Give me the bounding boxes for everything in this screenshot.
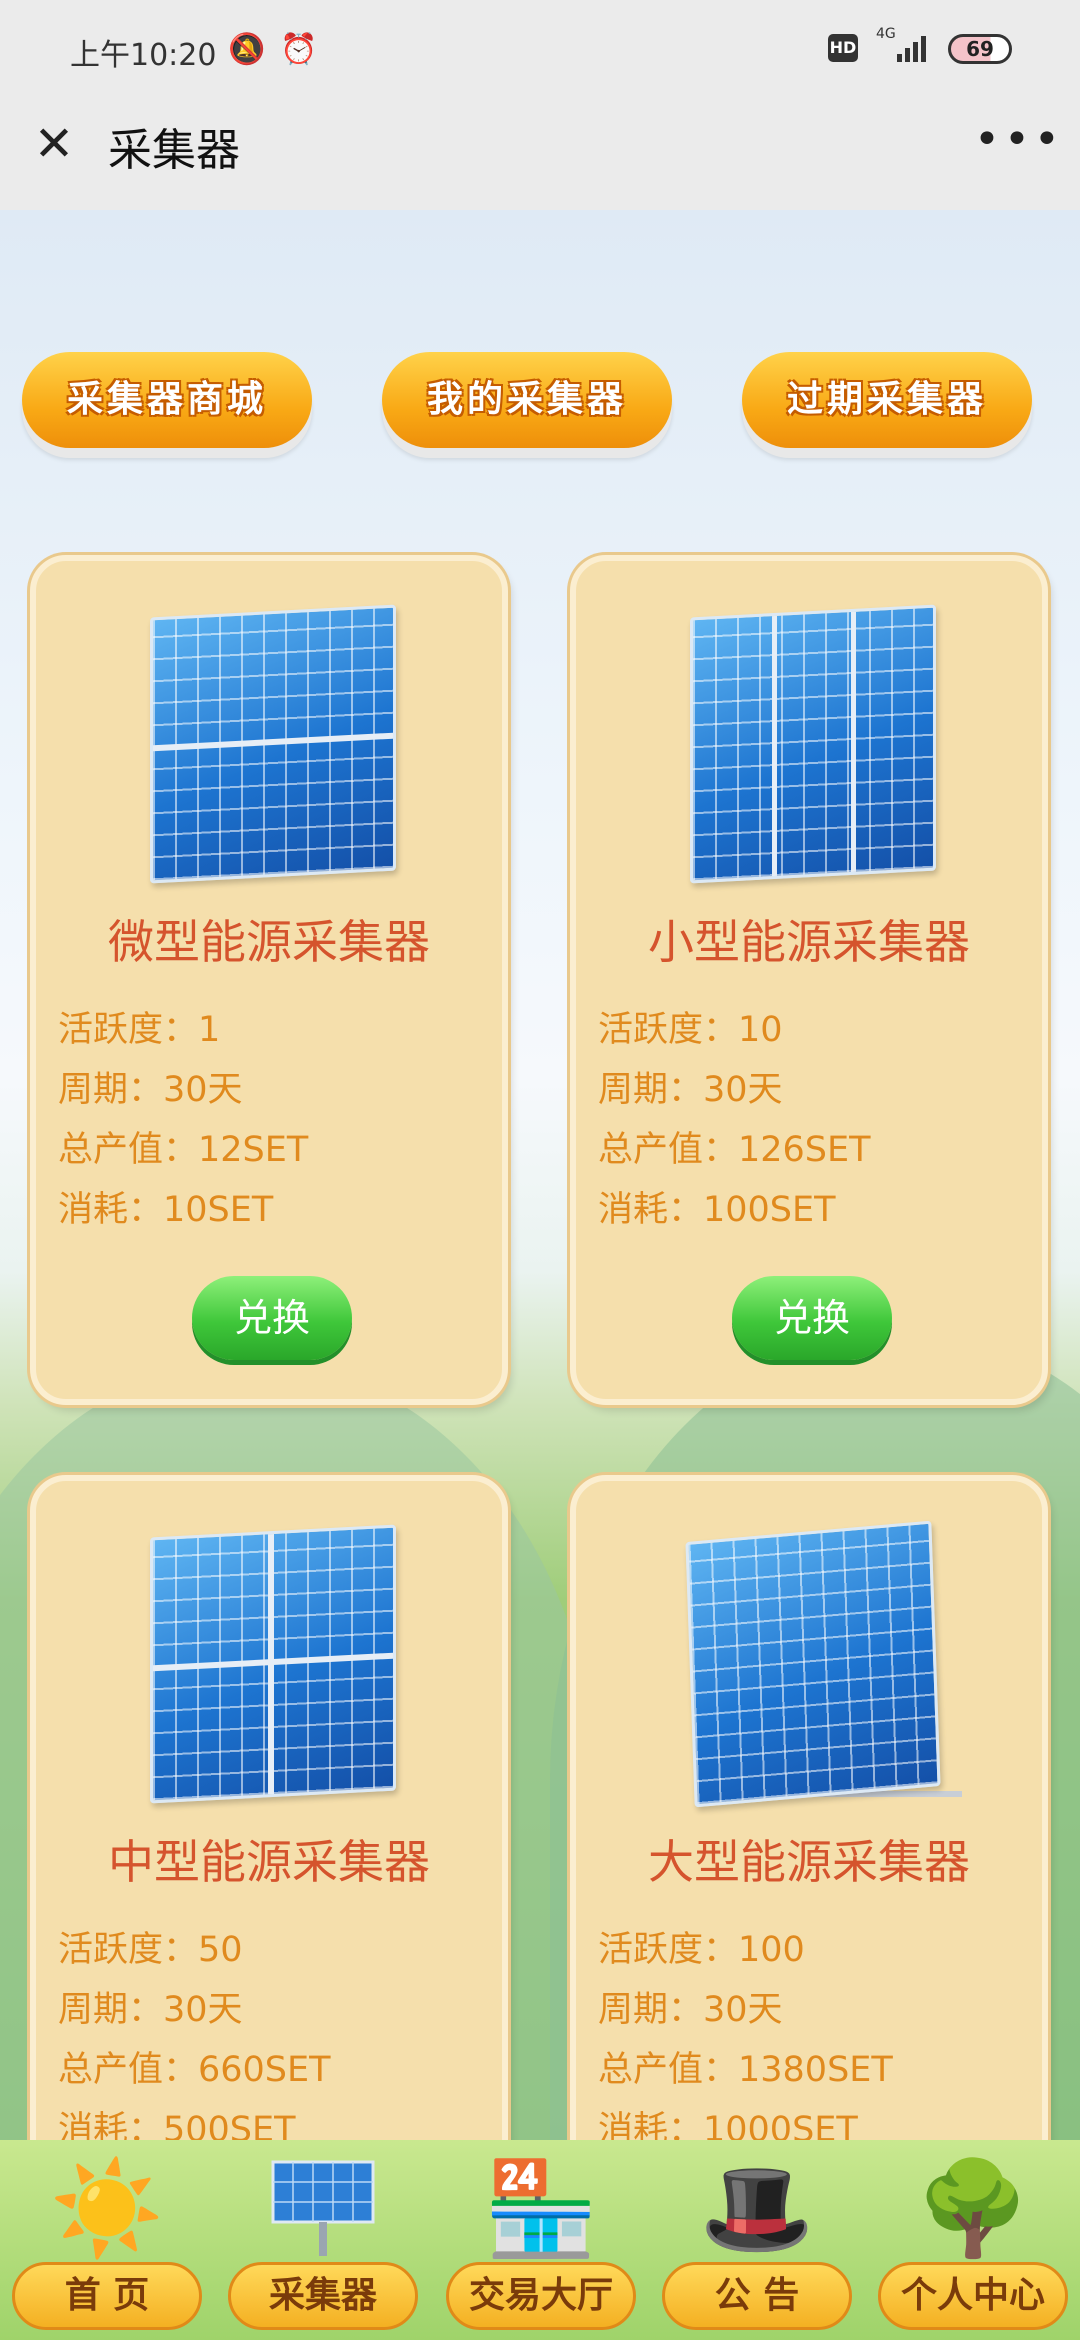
nav-personal-center[interactable]: 🌳 个人中心 — [878, 2140, 1068, 2340]
status-bar: 上午10:20 🔕 ⏰ HD 4G 69 — [0, 0, 1080, 100]
redeem-button[interactable]: 兑换 — [732, 1276, 892, 1360]
tree-icon: 🌳 — [915, 2155, 1031, 2262]
hd-badge: HD — [828, 34, 858, 62]
nav-label: 公 告 — [662, 2262, 852, 2330]
sun-icon: ☀️ — [49, 2155, 165, 2262]
page-title: 采集器 — [108, 125, 240, 176]
product-card-micro: 微型能源采集器 活跃度：1 周期：30天 总产值：12SET 消耗：10SET … — [30, 555, 508, 1405]
product-name: 微型能源采集器 — [108, 915, 430, 969]
product-cost: 消耗：100SET — [598, 1190, 836, 1230]
product-name: 中型能源采集器 — [108, 1835, 430, 1889]
product-card-medium: 中型能源采集器 活跃度：50 周期：30天 总产值：660SET 消耗：500S… — [30, 1475, 508, 2140]
product-card-small: 小型能源采集器 活跃度：10 周期：30天 总产值：126SET 消耗：100S… — [570, 555, 1048, 1405]
product-name: 小型能源采集器 — [648, 915, 970, 969]
tab-my-collectors[interactable]: 我的采集器 — [382, 352, 672, 448]
battery-indicator: 69 — [948, 34, 1012, 64]
solar-panel-image — [685, 1520, 941, 1808]
bottom-nav: ☀️ 首 页 采集器 🏪 交易大厅 🎩 公 告 🌳 个人中心 — [0, 2140, 1080, 2340]
close-icon[interactable]: ✕ — [30, 120, 78, 168]
product-cycle: 周期：30天 — [598, 1070, 783, 1110]
nav-label: 个人中心 — [878, 2262, 1068, 2330]
product-output: 总产值：12SET — [58, 1130, 309, 1170]
mute-notification-icon: 🔕 — [228, 32, 266, 67]
signal-icon — [897, 36, 926, 62]
nav-label: 首 页 — [12, 2262, 202, 2330]
product-cycle: 周期：30天 — [58, 1070, 243, 1110]
product-activity: 活跃度：100 — [598, 1930, 805, 1970]
product-output: 总产值：660SET — [58, 2050, 331, 2090]
status-time: 上午10:20 — [70, 38, 217, 73]
more-icon[interactable]: ••• — [974, 114, 1064, 165]
product-output: 总产值：126SET — [598, 1130, 871, 1170]
nav-label: 交易大厅 — [446, 2262, 636, 2330]
solar-panel-image — [690, 604, 936, 884]
alarm-icon: ⏰ — [280, 32, 318, 67]
product-cost: 消耗：1000SET — [598, 2110, 858, 2140]
product-name: 大型能源采集器 — [648, 1835, 970, 1889]
product-activity: 活跃度：50 — [58, 1930, 243, 1970]
product-card-large: 大型能源采集器 活跃度：100 周期：30天 总产值：1380SET 消耗：10… — [570, 1475, 1048, 2140]
nav-trading-hall[interactable]: 🏪 交易大厅 — [446, 2140, 636, 2340]
tab-collector-shop[interactable]: 采集器商城 — [22, 352, 312, 448]
nav-announcements[interactable]: 🎩 公 告 — [662, 2140, 852, 2340]
product-cost: 消耗：500SET — [58, 2110, 296, 2140]
hat-icon: 🎩 — [699, 2155, 815, 2262]
product-activity: 活跃度：10 — [598, 1010, 783, 1050]
product-activity: 活跃度：1 — [58, 1010, 221, 1050]
network-type: 4G — [876, 26, 896, 42]
title-bar: ✕ 采集器 ••• — [0, 100, 1080, 210]
solar-panel-image — [150, 1524, 396, 1804]
nav-collector[interactable]: 采集器 — [228, 2140, 418, 2340]
nav-home[interactable]: ☀️ 首 页 — [12, 2140, 202, 2340]
tab-expired-collectors[interactable]: 过期采集器 — [742, 352, 1032, 448]
product-cycle: 周期：30天 — [598, 1990, 783, 2030]
solar-panel-icon — [263, 2154, 383, 2264]
nav-label: 采集器 — [228, 2262, 418, 2330]
redeem-button[interactable]: 兑换 — [192, 1276, 352, 1360]
main-content: 采集器商城 我的采集器 过期采集器 微型能源采集器 活跃度：1 周期：30天 总… — [0, 210, 1080, 2140]
product-cost: 消耗：10SET — [58, 1190, 274, 1230]
shop-icon: 🏪 — [483, 2155, 599, 2262]
solar-panel-image — [150, 604, 396, 884]
product-output: 总产值：1380SET — [598, 2050, 893, 2090]
product-cycle: 周期：30天 — [58, 1990, 243, 2030]
